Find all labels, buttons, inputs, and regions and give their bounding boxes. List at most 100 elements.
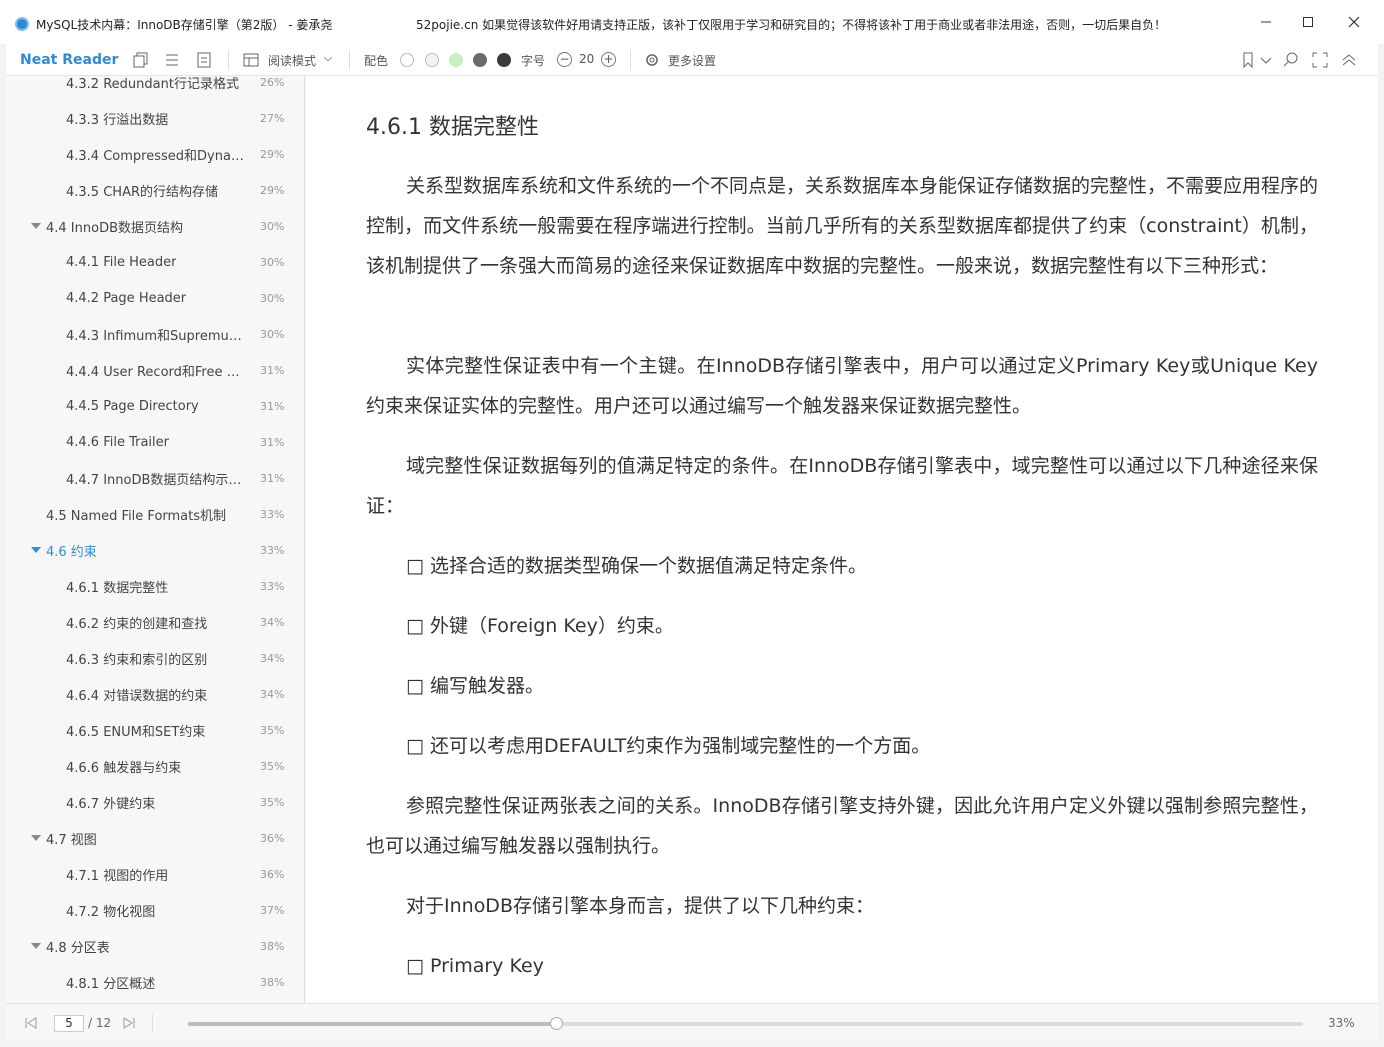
- toc-item[interactable]: 4.4.6 File Trailer 31%: [6, 424, 304, 460]
- toc-item[interactable]: 4.6.3 约束和索引的区别 34%: [6, 640, 304, 676]
- toc-item-label: 4.7.1 视图的作用: [66, 868, 169, 884]
- toc-item-label: 4.5 Named File Formats机制: [46, 508, 226, 524]
- first-page-icon[interactable]: [24, 1016, 38, 1030]
- toc-item-label: 4.8 分区表: [46, 940, 110, 956]
- footer-divider: [152, 1014, 153, 1032]
- toc-item[interactable]: 4.6.7 外键约束 35%: [6, 784, 304, 820]
- toc-item[interactable]: 4.6.2 约束的创建和查找 34%: [6, 604, 304, 640]
- app-icon: [15, 17, 29, 31]
- toc-item-label: 4.4.7 InnoDB数据页结构示…: [66, 472, 242, 488]
- notes-icon[interactable]: [195, 51, 213, 69]
- copy-icon[interactable]: [132, 51, 150, 69]
- collapse-up-icon[interactable]: [1340, 51, 1358, 69]
- toc-item[interactable]: 4.7.2 物化视图 37%: [6, 892, 304, 928]
- toc-item-percent: 38%: [260, 939, 285, 953]
- toc-item[interactable]: 4.6.6 触发器与约束 35%: [6, 748, 304, 784]
- page-navigation-bar: 5 / 12 33%: [6, 1003, 1378, 1041]
- minimize-button[interactable]: [1246, 8, 1286, 36]
- color-scheme-label: 配色: [364, 54, 389, 68]
- toc-item-percent: 31%: [260, 399, 285, 413]
- toc-item-label: 4.4.2 Page Header: [66, 290, 187, 306]
- toc-item[interactable]: 4.4.2 Page Header 30%: [6, 280, 304, 316]
- toc-item-label: 4.6.6 触发器与约束: [66, 760, 182, 776]
- font-increase-button[interactable]: +: [601, 52, 616, 67]
- toc-item[interactable]: 4.6.4 对错误数据的约束 34%: [6, 676, 304, 712]
- toc-item[interactable]: 4.6 约束 33%: [6, 532, 304, 568]
- expand-arrow-icon[interactable]: [31, 943, 41, 949]
- page-total: / 12: [88, 1016, 112, 1030]
- reading-mode-dropdown[interactable]: 阅读模式: [268, 52, 316, 69]
- bookmark-icon[interactable]: [1239, 51, 1257, 69]
- toc-item[interactable]: 4.3.4 Compressed和Dyna… 29%: [6, 136, 304, 172]
- progress-fill: [188, 1022, 556, 1026]
- color-swatch-dark[interactable]: [497, 53, 511, 67]
- list-item: □ 编写触发器。: [406, 675, 544, 697]
- paragraph: 域完整性保证数据每列的值满足特定的条件。在InnoDB存储引擎表中，域完整性可以…: [366, 455, 1318, 517]
- toc-item-percent: 31%: [260, 363, 285, 377]
- fullscreen-icon[interactable]: [1311, 51, 1329, 69]
- toc-item-percent: 36%: [260, 867, 285, 881]
- toc-item-percent: 29%: [260, 147, 285, 161]
- progress-slider[interactable]: [188, 1022, 1303, 1026]
- maximize-button[interactable]: [1288, 8, 1328, 36]
- book-content: 4.6.1 数据完整性 关系型数据库系统和文件系统的一个不同点是，关系数据库本身…: [306, 76, 1378, 1003]
- list-item: □ Primary Key: [406, 955, 544, 977]
- toc-item-percent: 35%: [260, 759, 285, 773]
- toc-item[interactable]: 4.4.7 InnoDB数据页结构示… 31%: [6, 460, 304, 496]
- toc-list-icon[interactable]: [163, 51, 181, 69]
- toc-item-percent: 35%: [260, 795, 285, 809]
- toc-item-label: 4.6.2 约束的创建和查找: [66, 616, 208, 632]
- toc-item-percent: 35%: [260, 723, 285, 737]
- paragraph: 关系型数据库系统和文件系统的一个不同点是，关系数据库本身能保证存储数据的完整性，…: [366, 175, 1319, 277]
- toc-item-label: 4.6.5 ENUM和SET约束: [66, 724, 206, 740]
- toc-item-label: 4.8.1 分区概述: [66, 976, 156, 992]
- font-size-value: 20: [579, 52, 595, 66]
- toc-item-label: 4.7.2 物化视图: [66, 904, 156, 920]
- minimize-icon: [1261, 21, 1271, 23]
- toc-item-percent: 36%: [260, 831, 285, 845]
- toc-item[interactable]: 4.7 视图 36%: [6, 820, 304, 856]
- toc-item[interactable]: 4.4.1 File Header 30%: [6, 244, 304, 280]
- toc-item[interactable]: 4.6.1 数据完整性 33%: [6, 568, 304, 604]
- toc-item-percent: 38%: [260, 975, 285, 989]
- close-button[interactable]: [1334, 8, 1374, 36]
- progress-percent: 33%: [1328, 1016, 1355, 1030]
- toc-item[interactable]: 4.8 分区表 38%: [6, 928, 304, 964]
- toc-item[interactable]: 4.4 InnoDB数据页结构 30%: [6, 208, 304, 244]
- toc-item[interactable]: 4.3.3 行溢出数据 27%: [6, 100, 304, 136]
- list-item: □ 外键（Foreign Key）约束。: [406, 615, 674, 637]
- color-swatch-white[interactable]: [400, 53, 414, 67]
- toc-item-percent: 33%: [260, 543, 285, 557]
- toc-item[interactable]: 4.3.2 Redundant行记录格式 26%: [6, 76, 304, 100]
- window-title: MySQL技术内幕：InnoDB存储引擎（第2版） - 姜承尧: [36, 18, 333, 32]
- toc-item-percent: 29%: [260, 183, 285, 197]
- toc-item[interactable]: 4.3.5 CHAR的行结构存储 29%: [6, 172, 304, 208]
- color-swatch-beige[interactable]: [425, 53, 439, 67]
- toc-item[interactable]: 4.8.1 分区概述 38%: [6, 964, 304, 1000]
- layout-icon[interactable]: [242, 51, 260, 69]
- chevron-down-icon[interactable]: [1257, 51, 1275, 69]
- toc-item[interactable]: 4.4.4 User Record和Free … 31%: [6, 352, 304, 388]
- more-settings-button[interactable]: 更多设置: [668, 52, 716, 69]
- toc-item[interactable]: 4.7.1 视图的作用 36%: [6, 856, 304, 892]
- color-swatch-gray[interactable]: [473, 53, 487, 67]
- toc-item-label: 4.6.7 外键约束: [66, 796, 156, 812]
- page-number-input[interactable]: 5: [54, 1015, 84, 1032]
- toc-item[interactable]: 4.6.5 ENUM和SET约束 35%: [6, 712, 304, 748]
- font-decrease-button[interactable]: −: [557, 52, 572, 67]
- toc-item[interactable]: 4.5 Named File Formats机制 33%: [6, 496, 304, 532]
- list-item: □ 还可以考虑用DEFAULT约束作为强制域完整性的一个方面。: [406, 735, 931, 757]
- expand-arrow-icon[interactable]: [31, 223, 41, 229]
- toc-item-label: 4.6.1 数据完整性: [66, 580, 169, 596]
- toc-item[interactable]: 4.4.3 Infimum和Supremu… 30%: [6, 316, 304, 352]
- progress-slider-thumb[interactable]: [549, 1017, 563, 1030]
- color-swatch-green[interactable]: [449, 53, 463, 67]
- last-page-icon[interactable]: [122, 1016, 136, 1030]
- expand-arrow-icon[interactable]: [31, 547, 41, 553]
- search-icon[interactable]: [1282, 51, 1300, 69]
- toc-item[interactable]: 4.4.5 Page Directory 31%: [6, 388, 304, 424]
- toc-item-label: 4.3.4 Compressed和Dyna…: [66, 148, 244, 164]
- expand-arrow-icon[interactable]: [31, 835, 41, 841]
- toc-item-label: 4.4.4 User Record和Free …: [66, 364, 240, 380]
- gear-icon[interactable]: [643, 51, 661, 69]
